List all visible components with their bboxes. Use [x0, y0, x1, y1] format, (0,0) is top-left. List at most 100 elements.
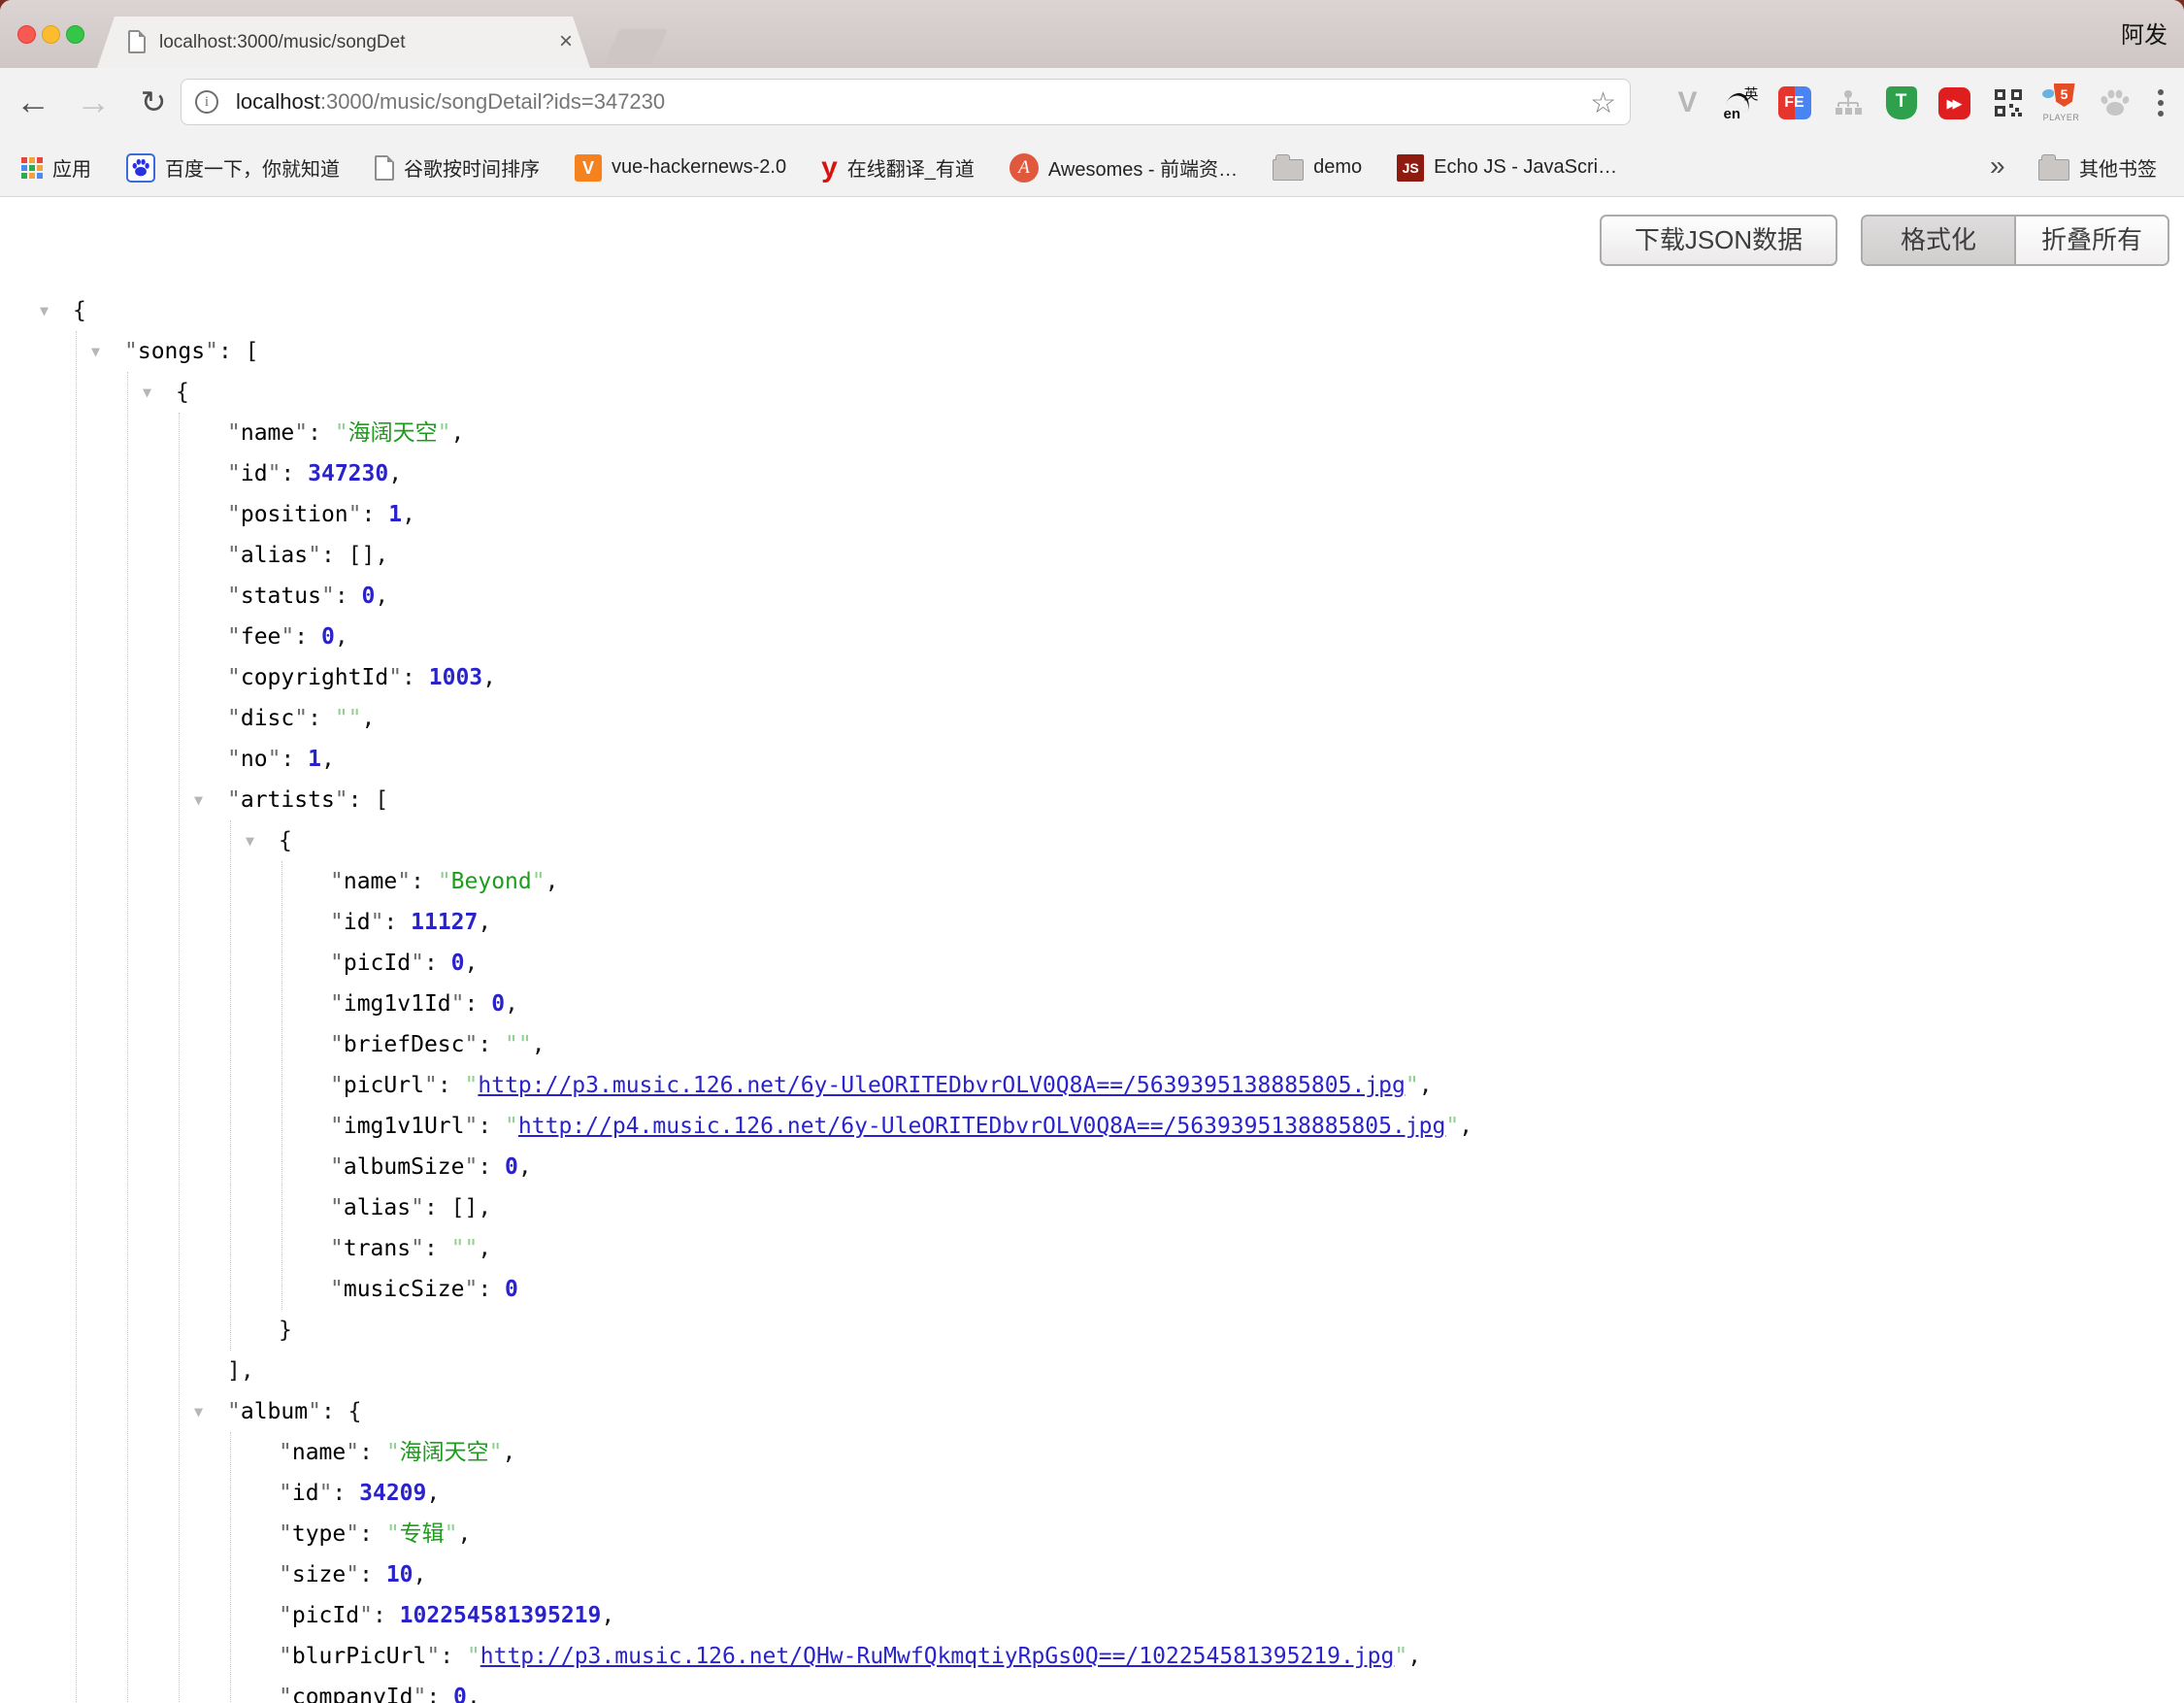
tab-close-icon[interactable]: × [553, 30, 579, 55]
extension-row: V 英 en FE T ▶▶ [1661, 68, 2180, 138]
json-line: "albumSize": 0, [330, 1147, 2184, 1187]
bookmark-awesomes[interactable]: A Awesomes - 前端资… [1009, 153, 1238, 183]
sitemap-extension-icon[interactable] [1821, 82, 1874, 124]
json-line: ▼{ [176, 372, 2184, 413]
collapse-triangle-icon[interactable]: ▼ [91, 331, 100, 372]
bookmark-label: vue-hackernews-2.0 [612, 156, 786, 179]
bookmark-label: 在线翻译_有道 [847, 153, 975, 182]
bookmark-demo-folder[interactable]: demo [1273, 154, 1362, 181]
json-line: "picId": 102254581395219, [279, 1595, 2184, 1636]
sitemap-glyph [1834, 88, 1863, 117]
collapse-triangle-icon[interactable]: ▼ [194, 1391, 203, 1432]
json-line: "disc": "", [227, 698, 2184, 739]
format-button[interactable]: 格式化 [1863, 217, 2016, 264]
json-line: "size": 10, [279, 1554, 2184, 1595]
tampermonkey-shield-icon[interactable]: T [1874, 82, 1928, 124]
fe-extension-icon[interactable]: FE [1768, 82, 1821, 124]
json-line: ▼{ [279, 820, 2184, 861]
json-line: ▼"album": { [227, 1391, 2184, 1432]
json-node: ▼{▼"songs": [▼{"name": "海阔天空","id": 3472… [73, 290, 2184, 1703]
browser-toolbar: ← → ↻ i localhost:3000/music/songDetail?… [0, 68, 2184, 138]
baidu-paw-icon [126, 153, 155, 183]
bookmarks-overflow-icon[interactable]: » [1990, 138, 2005, 197]
folder-icon [2038, 159, 2069, 181]
folder-icon [1273, 159, 1304, 181]
bookmark-echojs[interactable]: JS Echo JS - JavaScri… [1397, 154, 1617, 182]
json-node: ▼"songs": [▼{"name": "海阔天空","id": 347230… [124, 331, 2184, 1703]
bookmark-label: 应用 [52, 153, 91, 182]
awesomes-a-icon: A [1009, 153, 1039, 183]
json-children: "name": "海阔天空","id": 347230,"position": … [179, 413, 2184, 1703]
json-line: "id": 34209, [279, 1473, 2184, 1514]
browser-tab[interactable]: localhost:3000/music/songDet × [97, 17, 590, 68]
json-line: ▼"songs": [ [124, 331, 2184, 372]
bookmark-star-icon[interactable]: ☆ [1590, 86, 1616, 120]
json-line: "picUrl": "http://p3.music.126.net/6y-Ul… [330, 1065, 2184, 1106]
json-line: "id": 347230, [227, 453, 2184, 494]
collapse-triangle-icon[interactable]: ▼ [143, 372, 151, 413]
json-url-link[interactable]: http://p3.music.126.net/6y-UleORITEDbvrO… [478, 1073, 1405, 1098]
collapse-all-button[interactable]: 折叠所有 [2016, 217, 2167, 264]
tab-title-fade [470, 17, 549, 68]
json-children: "name": "Beyond","id": 11127,"picId": 0,… [281, 861, 2184, 1310]
page-icon [375, 155, 394, 181]
download-json-button[interactable]: 下载JSON数据 [1600, 215, 1837, 266]
fast-forward-extension-icon[interactable]: ▶▶ [1928, 82, 1981, 124]
bookmark-label: Awesomes - 前端资… [1048, 153, 1238, 182]
json-line: "trans": "", [330, 1228, 2184, 1269]
json-node: ▼{"name": "Beyond","id": 11127,"picId": … [279, 820, 2184, 1351]
collapse-triangle-icon[interactable]: ▼ [246, 820, 254, 861]
reload-icon[interactable]: ↻ [132, 68, 175, 138]
address-bar[interactable]: i localhost:3000/music/songDetail?ids=34… [181, 79, 1631, 125]
html5-player-extension-icon[interactable]: 5 PLAYER [2035, 82, 2088, 124]
bookmark-label: 谷歌按时间排序 [404, 153, 540, 182]
json-line: "companyId": 0, [279, 1677, 2184, 1703]
other-bookmarks-folder[interactable]: 其他书签 [2038, 138, 2157, 197]
youdao-y-icon: y [821, 155, 838, 181]
page-content: 下载JSON数据 格式化 折叠所有 ▼{▼"songs": [▼{"name":… [0, 198, 2184, 1703]
json-line: ▼"artists": [ [227, 780, 2184, 820]
title-bar: localhost:3000/music/songDet × 阿发 [0, 0, 2184, 68]
zoom-window-button[interactable] [66, 25, 84, 44]
json-line: ], [227, 1351, 2184, 1391]
json-url-link[interactable]: http://p4.music.126.net/6y-UleORITEDbvrO… [518, 1114, 1445, 1139]
close-window-button[interactable] [17, 25, 36, 44]
json-node: ▼"artists": [▼{"name": "Beyond","id": 11… [227, 780, 2184, 1391]
new-tab-button[interactable] [604, 29, 669, 64]
html5-shield-glyph: 5 [2054, 83, 2075, 107]
json-line: "alias": [], [330, 1187, 2184, 1228]
back-icon[interactable]: ← [12, 68, 54, 138]
json-children: ▼"songs": [▼{"name": "海阔天空","id": 347230… [76, 331, 2184, 1703]
vue-devtools-icon[interactable]: V [1661, 82, 1714, 124]
bookmark-baidu[interactable]: 百度一下，你就知道 [126, 153, 340, 183]
bookmark-youdao[interactable]: y 在线翻译_有道 [821, 153, 975, 182]
vue-v-icon: V [575, 154, 602, 182]
echojs-icon: JS [1397, 154, 1424, 182]
json-line: "img1v1Url": "http://p4.music.126.net/6y… [330, 1106, 2184, 1147]
json-line: "name": "Beyond", [330, 861, 2184, 902]
minimize-window-button[interactable] [42, 25, 60, 44]
collapse-triangle-icon[interactable]: ▼ [40, 290, 49, 331]
browser-menu-icon[interactable] [2141, 82, 2180, 124]
browser-window: localhost:3000/music/songDet × 阿发 ← → ↻ … [0, 0, 2184, 1703]
translate-extension-icon[interactable]: 英 en [1714, 82, 1768, 124]
bookmark-google-sort[interactable]: 谷歌按时间排序 [375, 153, 540, 182]
json-line: "name": "海阔天空", [227, 413, 2184, 453]
profile-name[interactable]: 阿发 [2121, 16, 2167, 50]
json-line: "blurPicUrl": "http://p3.music.126.net/Q… [279, 1636, 2184, 1677]
json-url-link[interactable]: http://p3.music.126.net/QHw-RuMwfQkmqtiy… [480, 1644, 1395, 1669]
qr-code-extension-icon[interactable] [1981, 82, 2035, 124]
paw-extension-icon[interactable] [2088, 82, 2141, 124]
view-mode-segmented-control: 格式化 折叠所有 [1861, 215, 2169, 266]
bookmark-label: 百度一下，你就知道 [165, 153, 340, 182]
bookmark-apps[interactable]: 应用 [21, 153, 91, 182]
json-line: "musicSize": 0 [330, 1269, 2184, 1310]
json-line: "id": 11127, [330, 902, 2184, 943]
site-info-icon[interactable]: i [195, 90, 218, 114]
url-path: :3000/music/songDetail?ids=347230 [320, 89, 665, 114]
collapse-triangle-icon[interactable]: ▼ [194, 780, 203, 820]
json-line: "fee": 0, [227, 617, 2184, 657]
bookmark-vue-hackernews[interactable]: V vue-hackernews-2.0 [575, 154, 786, 182]
json-line: "type": "专辑", [279, 1514, 2184, 1554]
json-line: } [279, 1310, 2184, 1351]
